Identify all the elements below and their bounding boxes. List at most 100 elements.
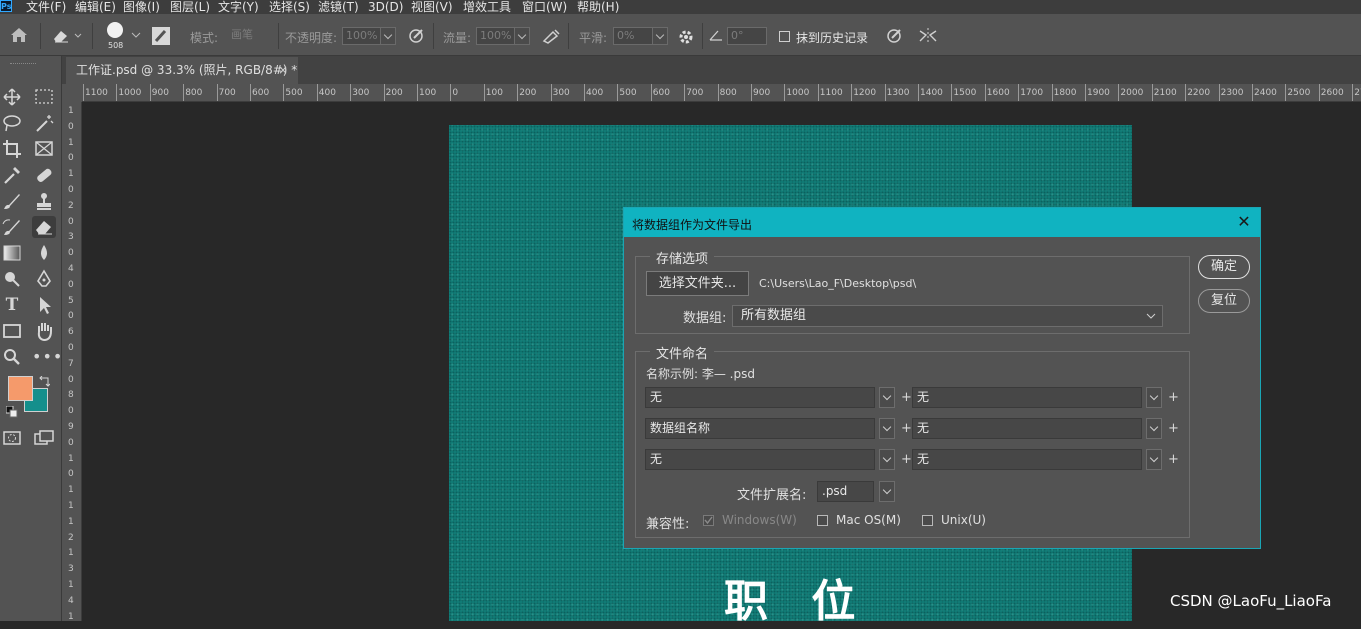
path-selection-tool-icon[interactable]	[32, 294, 56, 316]
brush-dropdown-icon[interactable]	[131, 32, 141, 40]
crop-tool-icon[interactable]	[0, 138, 24, 160]
move-tool-icon[interactable]	[0, 86, 24, 108]
ruler-tick-mark	[984, 84, 986, 101]
naming-row1-left-dropdown[interactable]	[879, 387, 895, 408]
ruler-tick-mark	[1118, 84, 1120, 101]
menu-image[interactable]: 图像(I)	[123, 0, 160, 14]
opacity-dropdown[interactable]	[380, 27, 396, 45]
close-tab-icon[interactable]: ×	[278, 57, 288, 83]
flow-dropdown[interactable]	[514, 27, 530, 45]
brush-tool-icon[interactable]	[0, 190, 24, 212]
erase-history-checkbox[interactable]	[779, 31, 790, 42]
ruler-tick-label: 1700	[1020, 88, 1044, 98]
zoom-tool-icon[interactable]	[0, 346, 24, 368]
menu-layer[interactable]: 图层(L)	[170, 0, 210, 14]
frame-tool-icon[interactable]	[32, 138, 56, 160]
naming-row2-left-select[interactable]: 数据组名称	[645, 418, 875, 439]
dialog-titlebar[interactable]: 将数据组作为文件导出 ✕	[624, 208, 1260, 237]
mode-select[interactable]: 画笔	[228, 27, 274, 45]
menu-edit[interactable]: 编辑(E)	[75, 0, 116, 14]
document-tab[interactable]: 工作证.psd @ 33.3% (照片, RGB/8#) * ×	[66, 57, 298, 84]
gear-icon[interactable]	[677, 28, 695, 46]
eraser-tool-preset-icon[interactable]	[52, 28, 82, 44]
opacity-input[interactable]: 100%	[342, 27, 382, 45]
ruler-tick-mark	[1218, 84, 1220, 101]
naming-row2-left-dropdown[interactable]	[879, 418, 895, 439]
rectangle-tool-icon[interactable]	[0, 320, 24, 342]
pressure-opacity-icon[interactable]	[408, 28, 426, 44]
smoothing-dropdown[interactable]	[652, 27, 668, 45]
close-icon[interactable]: ✕	[1234, 212, 1254, 232]
ruler-tick-mark	[751, 84, 752, 101]
ruler-origin[interactable]	[62, 84, 82, 102]
naming-row3-right-select[interactable]: 无	[912, 449, 1142, 470]
magic-wand-tool-icon[interactable]	[32, 112, 56, 134]
gradient-tool-icon[interactable]	[0, 242, 24, 264]
file-extension-dropdown[interactable]	[879, 481, 895, 502]
clone-stamp-tool-icon[interactable]	[32, 190, 56, 212]
menu-3d[interactable]: 3D(D)	[368, 0, 403, 14]
flow-input[interactable]: 100%	[476, 27, 516, 45]
healing-brush-tool-icon[interactable]	[32, 164, 56, 186]
eraser-tool-icon[interactable]	[32, 216, 56, 238]
marquee-tool-icon[interactable]	[32, 86, 56, 108]
smoothing-input[interactable]: 0%	[613, 27, 655, 45]
angle-input[interactable]: 0°	[727, 27, 767, 45]
menu-help[interactable]: 帮助(H)	[577, 0, 619, 14]
naming-row1-left-select[interactable]: 无	[645, 387, 875, 408]
ruler-tick-label: 1000	[786, 88, 810, 98]
ruler-tick-label: 800	[719, 88, 737, 98]
menu-select[interactable]: 选择(S)	[269, 0, 310, 14]
dataset-select[interactable]: 所有数据组	[732, 305, 1163, 327]
reset-button[interactable]: 复位	[1198, 289, 1250, 313]
swap-colors-icon[interactable]	[38, 376, 50, 388]
ruler-tick-label: 900	[151, 88, 169, 98]
default-colors-icon[interactable]	[6, 406, 18, 418]
brush-settings-icon[interactable]	[152, 27, 170, 45]
mac-checkbox[interactable]	[817, 515, 828, 526]
airbrush-icon[interactable]	[541, 28, 561, 44]
document-tab-label: 工作证.psd @ 33.3% (照片, RGB/8#) *	[76, 63, 298, 77]
ruler-tick-label: 600	[252, 88, 270, 98]
naming-row3-left-dropdown[interactable]	[879, 449, 895, 470]
menu-view[interactable]: 视图(V)	[411, 0, 453, 14]
quick-mask-icon[interactable]	[0, 427, 24, 449]
dodge-tool-icon[interactable]	[0, 268, 24, 290]
panel-grip[interactable]	[10, 63, 36, 67]
ok-button[interactable]: 确定	[1198, 255, 1250, 279]
lasso-tool-icon[interactable]	[0, 112, 24, 134]
menu-filter[interactable]: 滤镜(T)	[318, 0, 359, 14]
menu-type[interactable]: 文字(Y)	[218, 0, 259, 14]
ruler-tick-mark	[1352, 84, 1354, 101]
naming-row3-right-dropdown[interactable]	[1146, 449, 1162, 470]
history-brush-tool-icon[interactable]	[0, 216, 24, 238]
file-extension-select[interactable]: .psd	[817, 481, 874, 502]
horizontal-ruler[interactable]: 1100 1000 900 800 700 600 500 400 300 200 100 0 100 2…	[82, 84, 1361, 102]
windows-checkbox[interactable]	[703, 515, 714, 526]
more-tools-icon[interactable]: •••	[32, 346, 62, 368]
naming-row1-right-dropdown[interactable]	[1146, 387, 1162, 408]
menu-file[interactable]: 文件(F)	[26, 0, 66, 14]
choose-folder-button[interactable]: 选择文件夹...	[646, 271, 749, 296]
blur-tool-icon[interactable]	[32, 242, 56, 264]
naming-row1-right-select[interactable]: 无	[912, 387, 1142, 408]
hand-tool-icon[interactable]	[32, 320, 56, 342]
foreground-color-swatch[interactable]	[8, 376, 33, 401]
pen-tool-icon[interactable]	[32, 268, 56, 290]
home-icon[interactable]	[10, 27, 28, 43]
unix-checkbox[interactable]	[922, 515, 933, 526]
ruler-tick-mark	[83, 84, 84, 101]
eyedropper-tool-icon[interactable]	[0, 164, 24, 186]
symmetry-icon[interactable]	[918, 27, 938, 45]
pressure-size-icon[interactable]	[886, 28, 904, 44]
brush-preview-icon[interactable]	[107, 22, 123, 38]
screen-mode-icon[interactable]	[32, 427, 56, 449]
naming-row2-right-dropdown[interactable]	[1146, 418, 1162, 439]
naming-row2-right-select[interactable]: 无	[912, 418, 1142, 439]
type-tool-icon[interactable]: T	[0, 294, 24, 316]
menu-window[interactable]: 窗口(W)	[522, 0, 567, 14]
ruler-tick-label: 300	[552, 88, 570, 98]
menu-plugins[interactable]: 增效工具	[463, 0, 511, 14]
naming-row3-left-select[interactable]: 无	[645, 449, 875, 470]
vertical-ruler[interactable]: 1010102030405060708090101112131415	[62, 84, 82, 621]
